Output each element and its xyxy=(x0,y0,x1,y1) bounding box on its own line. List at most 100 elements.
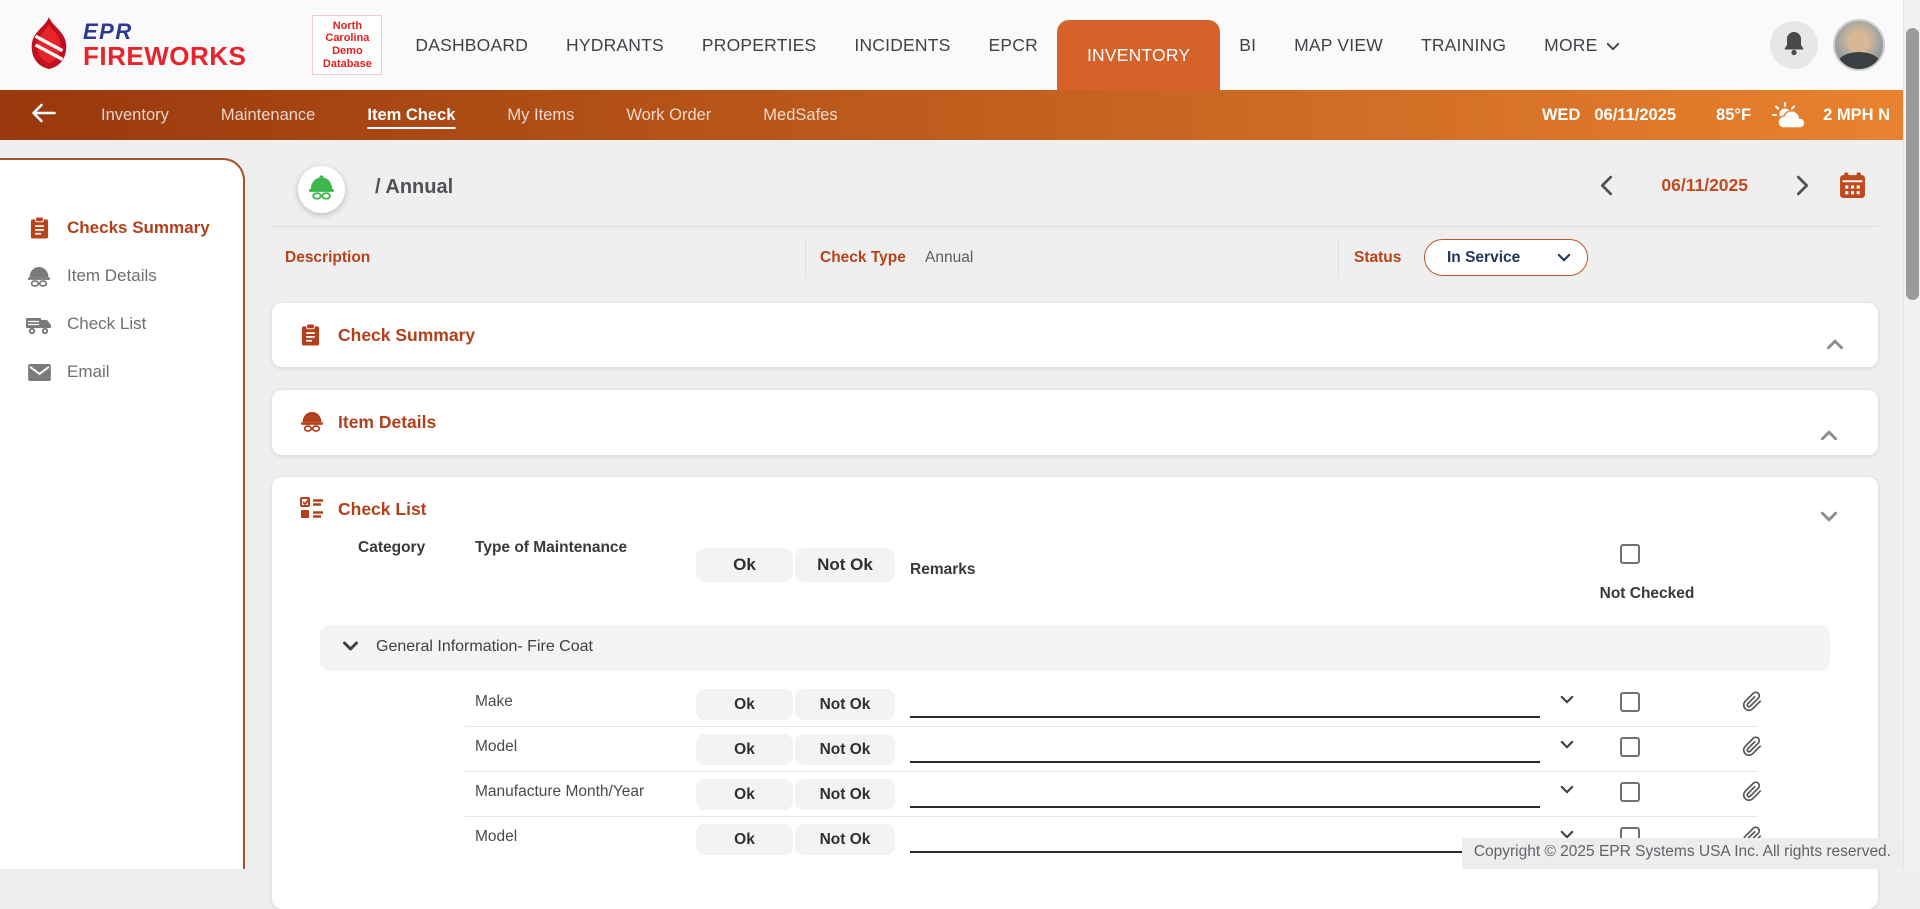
column-header-category: Category xyxy=(358,539,425,557)
status-value: In Service xyxy=(1447,249,1520,267)
row-label: Manufacture Month/Year xyxy=(475,783,644,801)
notifications-button[interactable] xyxy=(1770,21,1818,69)
nav-epcr[interactable]: EPCR xyxy=(970,0,1057,90)
nav-more-label: MORE xyxy=(1544,35,1597,56)
sidebar-label: Item Details xyxy=(67,266,157,286)
remarks-input[interactable] xyxy=(910,692,1540,718)
logo-fireworks: FIREWORKS xyxy=(83,43,246,70)
ok-button[interactable]: Ok xyxy=(696,734,793,765)
envelope-icon xyxy=(26,364,52,381)
sidebar-label: Check List xyxy=(67,314,146,334)
sidebar-item-item-details[interactable]: Item Details xyxy=(0,252,243,300)
sidebar-item-check-list[interactable]: Check List xyxy=(0,300,243,348)
current-date: 06/11/2025 xyxy=(1661,175,1748,196)
check-summary-section: Check Summary xyxy=(272,303,1878,367)
check-type-value: Annual xyxy=(925,249,973,267)
remarks-chevron-down-icon[interactable] xyxy=(1560,695,1574,704)
main-panel: / Annual 06/11/2025 xyxy=(272,140,1878,869)
subnav-item-check[interactable]: Item Check xyxy=(367,106,455,125)
collapse-chevron-up-icon[interactable] xyxy=(1826,339,1844,350)
not-checked-all-checkbox[interactable] xyxy=(1620,544,1640,564)
not-ok-button[interactable]: Not Ok xyxy=(795,779,895,810)
paperclip-icon[interactable] xyxy=(1742,735,1763,758)
page-content: Checks Summary Item Details xyxy=(0,140,1920,869)
weather-widget: WED 06/11/2025 85°F 2 MPH N xyxy=(1542,102,1890,129)
collapse-chevron-up-icon[interactable] xyxy=(1820,430,1838,441)
nav-properties[interactable]: PROPERTIES xyxy=(683,0,836,90)
nav-bi[interactable]: BI xyxy=(1220,0,1275,90)
ok-button[interactable]: Ok xyxy=(696,824,793,855)
app-logo[interactable]: EPR FIREWORKS xyxy=(24,15,246,76)
expand-chevron-down-icon[interactable] xyxy=(1820,511,1838,522)
row-label: Model xyxy=(475,738,517,756)
nav-inventory[interactable]: INVENTORY xyxy=(1057,20,1220,90)
check-row-make: Make Ok Not Ok xyxy=(272,682,1878,727)
remarks-chevron-down-icon[interactable] xyxy=(1560,740,1574,749)
not-ok-all-button[interactable]: Not Ok xyxy=(795,548,895,582)
previous-date-button[interactable] xyxy=(1600,175,1613,196)
logo-epr: EPR xyxy=(83,20,246,43)
vertical-divider xyxy=(805,237,806,277)
nav-hydrants[interactable]: HYDRANTS xyxy=(547,0,683,90)
subnav-inventory[interactable]: Inventory xyxy=(101,106,169,125)
not-checked-checkbox[interactable] xyxy=(1620,737,1640,757)
nav-map-view[interactable]: MAP VIEW xyxy=(1275,0,1402,90)
nav-training[interactable]: TRAINING xyxy=(1402,0,1525,90)
remarks-input[interactable] xyxy=(910,782,1540,808)
ok-all-button[interactable]: Ok xyxy=(696,548,793,582)
row-label: Make xyxy=(475,693,513,711)
fire-helmet-icon xyxy=(300,410,324,432)
ok-button[interactable]: Ok xyxy=(696,689,793,720)
subnav-work-order[interactable]: Work Order xyxy=(626,106,711,125)
item-type-badge xyxy=(298,166,345,213)
next-date-button[interactable] xyxy=(1796,175,1809,196)
check-info-row: Description Check Type Annual Status In … xyxy=(272,227,1878,287)
description-label: Description xyxy=(285,249,370,267)
checklist-icon xyxy=(300,497,324,519)
not-checked-checkbox[interactable] xyxy=(1620,782,1640,802)
demo-database-badge: North Carolina Demo Database xyxy=(312,15,382,76)
row-label: Model xyxy=(475,828,517,846)
nav-more[interactable]: MORE xyxy=(1525,0,1639,90)
check-list-title: Check List xyxy=(338,499,427,520)
vertical-scrollbar xyxy=(1903,0,1920,869)
clipboard-icon xyxy=(300,323,321,347)
paperclip-icon[interactable] xyxy=(1742,780,1763,803)
not-ok-button[interactable]: Not Ok xyxy=(795,734,895,765)
remarks-chevron-down-icon[interactable] xyxy=(1560,785,1574,794)
green-helmet-icon xyxy=(308,175,335,205)
remarks-input[interactable] xyxy=(910,737,1540,763)
subnav-my-items[interactable]: My Items xyxy=(507,106,574,125)
main-nav: DASHBOARD HYDRANTS PROPERTIES INCIDENTS … xyxy=(396,0,1639,90)
sidebar-item-email[interactable]: Email xyxy=(0,348,243,396)
nav-dashboard[interactable]: DASHBOARD xyxy=(396,0,547,90)
header-right xyxy=(1770,19,1885,71)
top-header: EPR FIREWORKS North Carolina Demo Databa… xyxy=(0,0,1920,90)
not-ok-button[interactable]: Not Ok xyxy=(795,689,895,720)
nav-incidents[interactable]: INCIDENTS xyxy=(835,0,969,90)
ok-button[interactable]: Ok xyxy=(696,779,793,810)
category-group-row[interactable]: General Information- Fire Coat xyxy=(320,625,1830,671)
subnav-maintenance[interactable]: Maintenance xyxy=(221,106,315,125)
user-avatar[interactable] xyxy=(1833,19,1885,71)
left-sidebar: Checks Summary Item Details xyxy=(0,158,245,869)
vertical-divider xyxy=(1338,237,1339,277)
flame-logo-icon xyxy=(24,15,74,76)
remarks-input[interactable] xyxy=(910,827,1540,853)
back-button[interactable] xyxy=(30,102,57,129)
not-ok-button[interactable]: Not Ok xyxy=(795,824,895,855)
calendar-icon[interactable] xyxy=(1839,172,1866,199)
group-chevron-down-icon[interactable] xyxy=(342,641,359,651)
weather-temperature: 85°F xyxy=(1716,106,1751,125)
fire-truck-icon xyxy=(26,314,52,335)
status-select[interactable]: In Service xyxy=(1424,239,1588,276)
date-navigator: 06/11/2025 xyxy=(1600,172,1866,199)
sidebar-item-checks-summary[interactable]: Checks Summary xyxy=(0,204,243,252)
paperclip-icon[interactable] xyxy=(1742,690,1763,713)
check-type-label: Check Type xyxy=(820,249,906,267)
subnav-medsafes[interactable]: MedSafes xyxy=(763,106,837,125)
status-label: Status xyxy=(1354,249,1401,267)
scrollbar-thumb[interactable] xyxy=(1906,28,1919,300)
not-checked-checkbox[interactable] xyxy=(1620,692,1640,712)
bell-icon xyxy=(1782,30,1806,61)
